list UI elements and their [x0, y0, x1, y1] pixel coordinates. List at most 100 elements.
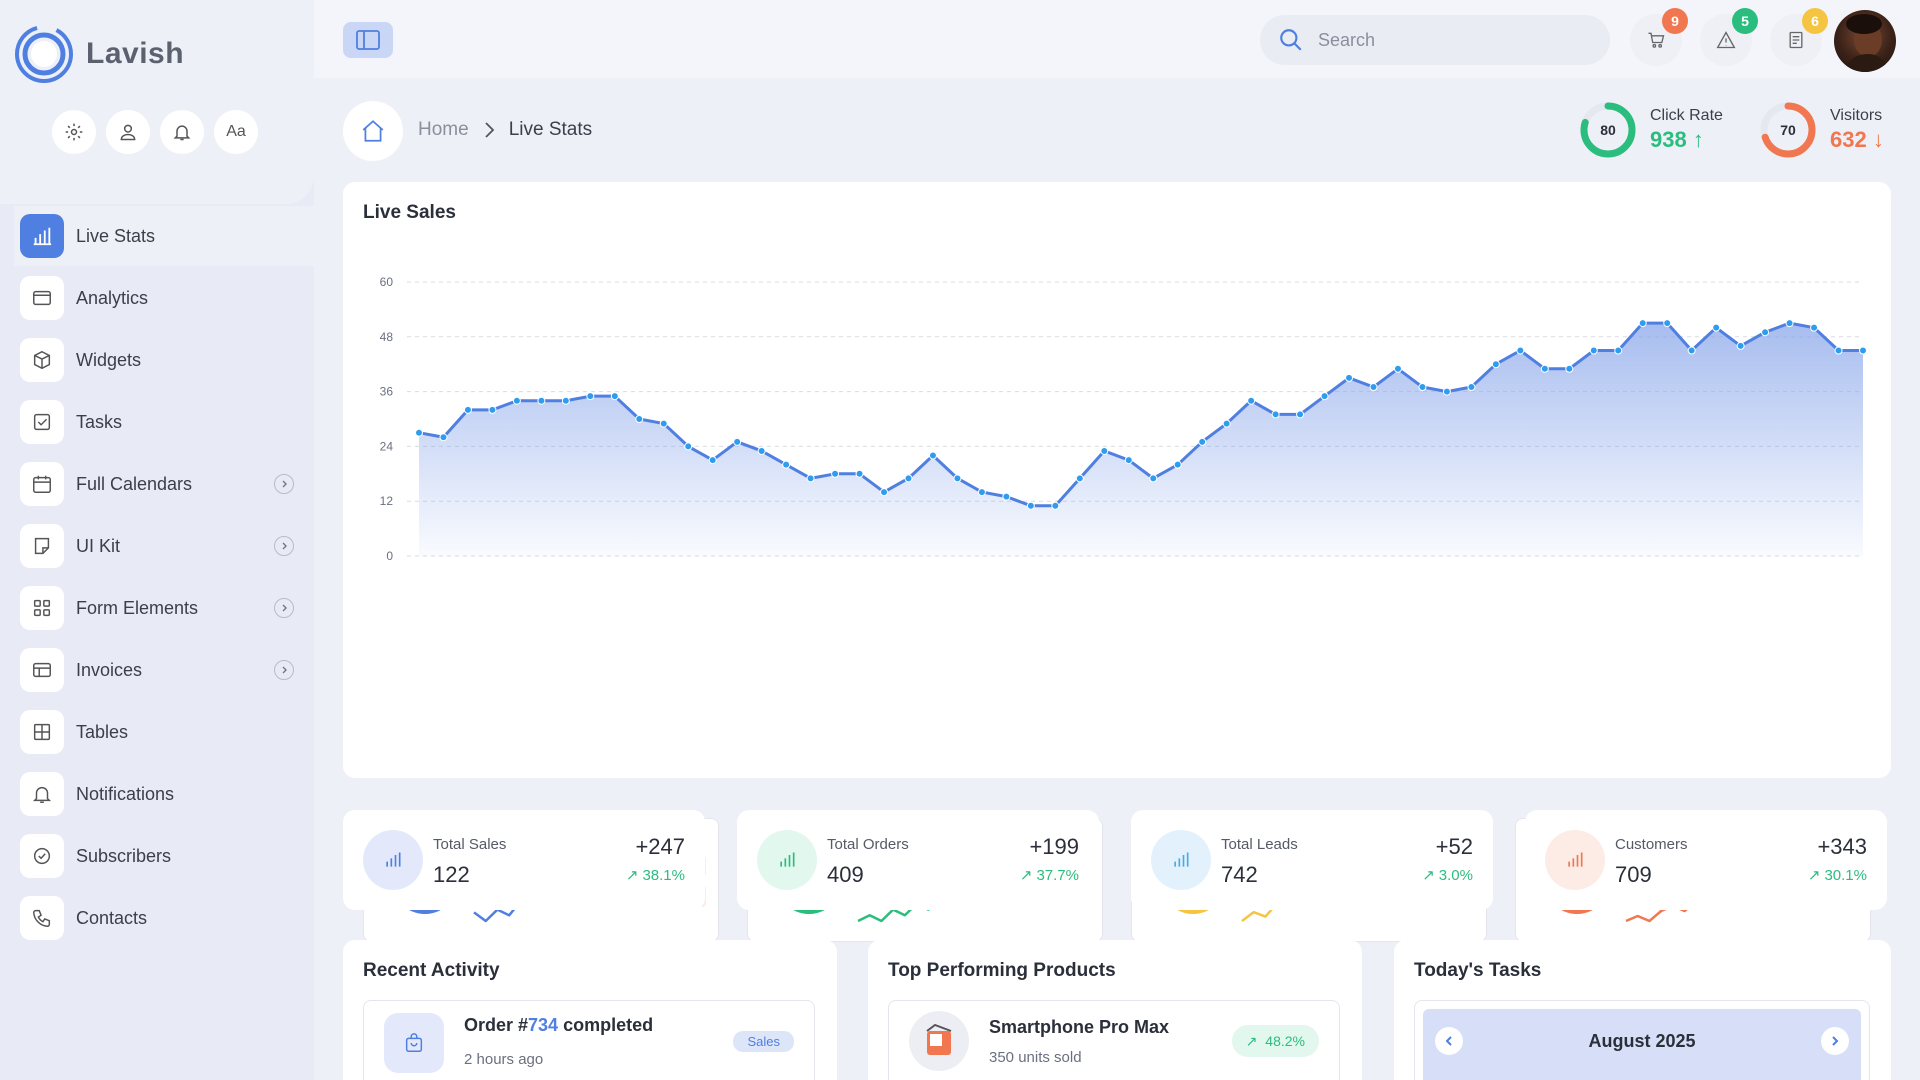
data-point[interactable] [1369, 383, 1378, 392]
data-point[interactable] [1320, 392, 1329, 401]
sidebar-item-form-elements[interactable]: Form Elements [20, 584, 310, 632]
data-point[interactable] [1638, 319, 1647, 328]
chevron-right-icon[interactable] [274, 474, 294, 494]
sidebar-item-full-calendars[interactable]: Full Calendars [20, 460, 310, 508]
breadcrumb-home-link[interactable]: Home [418, 119, 469, 141]
data-point[interactable] [1345, 373, 1354, 382]
data-point[interactable] [831, 469, 840, 478]
search-bar[interactable]: Search [1260, 15, 1610, 65]
data-point[interactable] [1540, 364, 1549, 373]
data-point[interactable] [659, 419, 668, 428]
data-point[interactable] [537, 396, 546, 405]
order-number-link[interactable]: 734 [528, 1015, 558, 1035]
data-point[interactable] [1271, 410, 1280, 419]
product-item[interactable]: Smartphone Pro Max 350 units sold ↗ 48.2% [888, 1000, 1340, 1080]
data-point[interactable] [561, 396, 570, 405]
data-point[interactable] [512, 396, 521, 405]
stat-card-total-leads[interactable]: Total Leads 742 +52 ↗ 3.0% [1131, 810, 1493, 910]
activity-item[interactable]: Order #734 completed 2 hours ago Sales [363, 1000, 815, 1080]
data-point[interactable] [1736, 341, 1745, 350]
sidebar-toggle-button[interactable] [343, 22, 393, 58]
data-point[interactable] [904, 474, 913, 483]
data-point[interactable] [733, 437, 742, 446]
stat-card-total-sales[interactable]: Total Sales 122 +247 ↗ 38.1% [343, 810, 705, 910]
sidebar-item-subscribers[interactable]: Subscribers [20, 832, 310, 880]
data-point[interactable] [1222, 419, 1231, 428]
data-point[interactable] [1026, 501, 1035, 510]
data-point[interactable] [1296, 410, 1305, 419]
avatar[interactable] [1834, 10, 1896, 72]
data-point[interactable] [1516, 346, 1525, 355]
data-point[interactable] [439, 433, 448, 442]
data-point[interactable] [488, 405, 497, 414]
stat-card-total-orders[interactable]: Total Orders 409 +199 ↗ 37.7% [737, 810, 1099, 910]
data-point[interactable] [610, 392, 619, 401]
notifications-button[interactable] [160, 110, 204, 154]
top-products-panel: Top Performing Products Smartphone Pro M… [868, 940, 1362, 1080]
data-point[interactable] [1051, 501, 1060, 510]
data-point[interactable] [1491, 360, 1500, 369]
data-point[interactable] [953, 474, 962, 483]
data-point[interactable] [1100, 446, 1109, 455]
sidebar-item-analytics[interactable]: Analytics [20, 274, 310, 322]
documents-button[interactable]: 6 [1770, 8, 1828, 66]
data-point[interactable] [1589, 346, 1598, 355]
data-point[interactable] [880, 488, 889, 497]
chevron-right-icon[interactable] [274, 660, 294, 680]
profile-button[interactable] [106, 110, 150, 154]
font-size-button[interactable]: Aa [214, 110, 258, 154]
cart-button[interactable]: 9 [1630, 8, 1688, 66]
data-point[interactable] [1149, 474, 1158, 483]
alerts-button[interactable]: 5 [1700, 8, 1758, 66]
calendar-next-button[interactable] [1821, 1027, 1849, 1055]
data-point[interactable] [1393, 364, 1402, 373]
data-point[interactable] [635, 415, 644, 423]
data-point[interactable] [1834, 346, 1843, 355]
data-point[interactable] [1761, 328, 1770, 337]
data-point[interactable] [977, 488, 986, 497]
data-point[interactable] [684, 442, 693, 451]
data-point[interactable] [415, 428, 423, 437]
sidebar-item-widgets[interactable]: Widgets [20, 336, 310, 384]
sidebar-item-contacts[interactable]: Contacts [20, 894, 310, 942]
data-point[interactable] [1418, 383, 1427, 392]
data-point[interactable] [1663, 319, 1672, 328]
data-point[interactable] [855, 469, 864, 478]
data-point[interactable] [1442, 387, 1451, 396]
data-point[interactable] [1687, 346, 1696, 355]
data-point[interactable] [1785, 319, 1794, 328]
search-input[interactable]: Search [1318, 30, 1375, 51]
sidebar-item-live-stats[interactable]: Live Stats [20, 212, 310, 260]
sidebar-item-tasks[interactable]: Tasks [20, 398, 310, 446]
data-point[interactable] [928, 451, 937, 460]
data-point[interactable] [1002, 492, 1011, 501]
data-point[interactable] [1565, 364, 1574, 373]
data-point[interactable] [1859, 346, 1867, 355]
data-point[interactable] [1247, 396, 1256, 405]
chevron-right-icon[interactable] [274, 536, 294, 556]
data-point[interactable] [1467, 383, 1476, 392]
sidebar-item-notifications[interactable]: Notifications [20, 770, 310, 818]
data-point[interactable] [708, 456, 717, 465]
data-point[interactable] [1173, 460, 1182, 469]
stat-card-customers[interactable]: Customers 709 +343 ↗ 30.1% [1525, 810, 1887, 910]
data-point[interactable] [463, 405, 472, 414]
home-button[interactable] [343, 101, 403, 161]
data-point[interactable] [806, 474, 815, 483]
data-point[interactable] [757, 446, 766, 455]
sidebar-item-ui-kit[interactable]: UI Kit [20, 522, 310, 570]
data-point[interactable] [1614, 346, 1623, 355]
sidebar-item-invoices[interactable]: Invoices [20, 646, 310, 694]
data-point[interactable] [1712, 323, 1721, 332]
data-point[interactable] [1075, 474, 1084, 483]
data-point[interactable] [1198, 437, 1207, 446]
settings-button[interactable] [52, 110, 96, 154]
data-point[interactable] [586, 392, 595, 401]
bell-icon [20, 772, 64, 816]
data-point[interactable] [1124, 456, 1133, 465]
sidebar-item-tables[interactable]: Tables [20, 708, 310, 756]
data-point[interactable] [782, 460, 791, 469]
data-point[interactable] [1810, 323, 1819, 332]
brand-logo[interactable]: Lavish [14, 24, 184, 84]
chevron-right-icon[interactable] [274, 598, 294, 618]
